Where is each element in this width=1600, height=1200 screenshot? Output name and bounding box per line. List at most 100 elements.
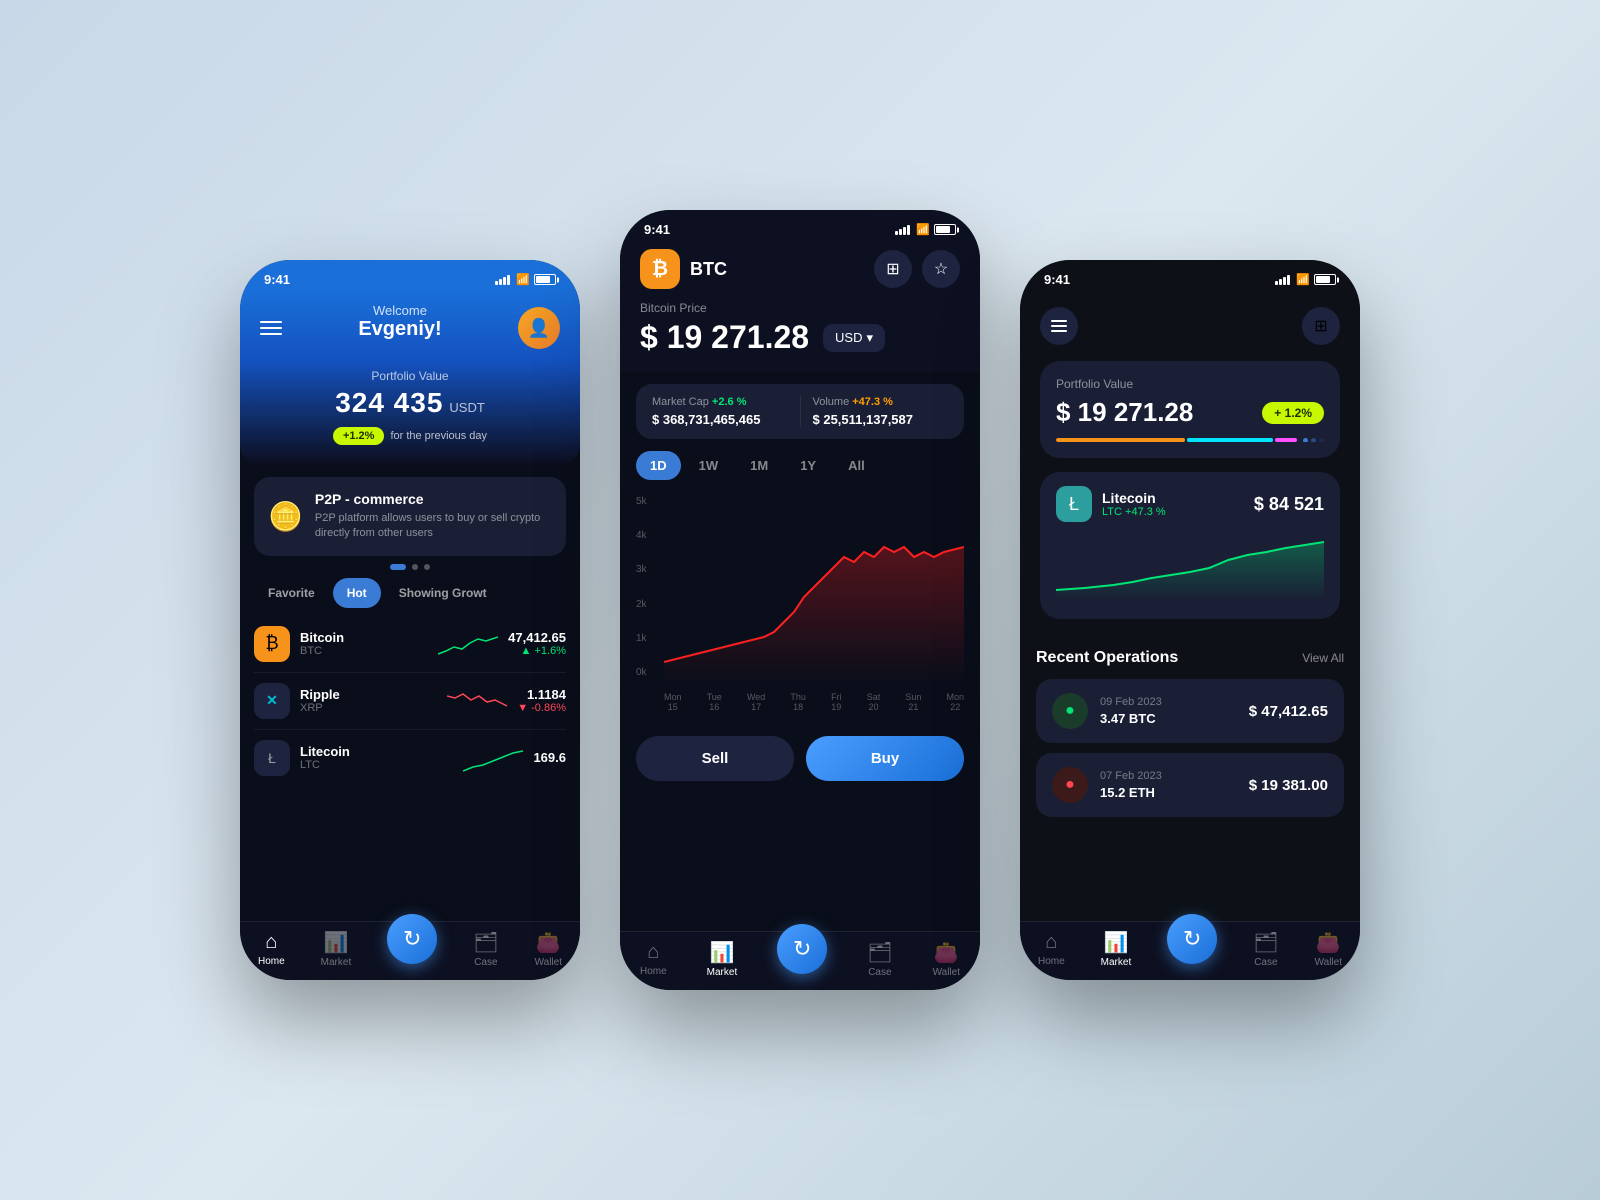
op-date-eth: 07 Feb 2023 xyxy=(1100,770,1237,782)
btc-chart xyxy=(438,629,498,659)
welcome-label: Welcome xyxy=(358,303,441,318)
chart-svg-container xyxy=(664,492,964,682)
y-label-2k: 2k xyxy=(636,599,647,610)
qr-button-right[interactable]: ⊞ xyxy=(1302,307,1340,345)
ltc-info: Litecoin LTC xyxy=(300,744,453,771)
qr-button-center[interactable]: ⊞ xyxy=(874,250,912,288)
nav-case[interactable]: 🗂 Case xyxy=(473,930,498,968)
market-stats: Market Cap +2.6 % $ 368,731,465,465 Volu… xyxy=(636,384,964,439)
xrp-price: 1.1184 xyxy=(517,687,566,702)
nav-home-right[interactable]: ⌂ Home xyxy=(1038,931,1065,967)
status-bar-right: 9:41 📶 xyxy=(1020,260,1360,291)
tf-1y[interactable]: 1Y xyxy=(786,451,830,480)
op-info-btc: 09 Feb 2023 3.47 BTC xyxy=(1100,696,1237,726)
case-label-right: Case xyxy=(1254,957,1277,968)
star-button-center[interactable]: ☆ xyxy=(922,250,960,288)
battery-icon-center xyxy=(934,224,956,235)
wallet-label-right: Wallet xyxy=(1315,957,1342,968)
op-info-eth: 07 Feb 2023 15.2 ETH xyxy=(1100,770,1237,800)
ltc-symbol-left: LTC xyxy=(300,759,453,771)
bottom-nav-right: ⌂ Home 📊 Market ↻ 🗂 Case 👛 Wallet xyxy=(1020,921,1360,980)
x-sun21: Sun21 xyxy=(905,692,921,712)
portfolio-value: 324 435 xyxy=(335,387,443,419)
tf-1w[interactable]: 1W xyxy=(685,451,733,480)
p2p-content: P2P - commerce P2P platform allows users… xyxy=(315,491,552,542)
timeframe-selector: 1D 1W 1M 1Y All xyxy=(620,451,980,480)
chevron-down-icon: ▾ xyxy=(867,330,874,346)
op-icon-btc: ● xyxy=(1052,693,1088,729)
tab-favorite[interactable]: Favorite xyxy=(254,578,329,608)
nav-home[interactable]: ⌂ Home xyxy=(258,931,285,967)
tf-all[interactable]: All xyxy=(834,451,879,480)
bottom-nav-left: ⌂ Home 📊 Market ↻ 🗂 Case 👛 Wallet xyxy=(240,921,580,980)
nav-refresh-center[interactable]: ↻ xyxy=(777,924,827,974)
menu-button-right[interactable] xyxy=(1040,307,1078,345)
coin-item-btc[interactable]: ₿ Bitcoin BTC 47,412.65 ▲ +1.6% xyxy=(254,616,566,673)
sell-button[interactable]: Sell xyxy=(636,736,794,781)
y-label-3k: 3k xyxy=(636,564,647,575)
nav-wallet[interactable]: 👛 Wallet xyxy=(535,930,562,968)
market-label-right: Market xyxy=(1101,957,1132,968)
y-label-5k: 5k xyxy=(636,496,647,507)
nav-home-center[interactable]: ⌂ Home xyxy=(640,941,667,977)
volume-block: Volume +47.3 % $ 25,511,137,587 xyxy=(801,396,949,427)
home-label-center: Home xyxy=(640,966,667,977)
btc-change: ▲ +1.6% xyxy=(508,645,566,657)
xrp-price-section: 1.1184 ▼ -0.86% xyxy=(517,687,566,714)
percent-badge: +1.2% xyxy=(333,427,385,445)
p2p-card[interactable]: 🪙 P2P - commerce P2P platform allows use… xyxy=(254,477,566,556)
op-icon-eth: ● xyxy=(1052,767,1088,803)
case-icon-right: 🗂 xyxy=(1253,930,1278,955)
status-time-right: 9:41 xyxy=(1044,272,1070,287)
dot-1 xyxy=(390,564,406,570)
btc-title-row: ₿ BTC ⊞ ☆ xyxy=(640,249,960,289)
nav-case-right[interactable]: 🗂 Case xyxy=(1253,930,1278,968)
btc-price: 47,412.65 xyxy=(508,630,566,645)
volume-label: Volume +47.3 % xyxy=(813,396,949,408)
bar-pink xyxy=(1275,438,1297,442)
operation-eth[interactable]: ● 07 Feb 2023 15.2 ETH $ 19 381.00 xyxy=(1036,753,1344,817)
status-bar-center: 9:41 📶 xyxy=(620,210,980,241)
market-icon: 📊 xyxy=(323,930,348,955)
status-time-center: 9:41 xyxy=(644,222,670,237)
wifi-icon: 📶 xyxy=(516,273,530,286)
op-date-btc: 09 Feb 2023 xyxy=(1100,696,1237,708)
price-chart: 5k 4k 3k 2k 1k 0k Mon15 Tue16 Wed1 xyxy=(636,492,964,712)
btc-coin-info: ₿ BTC xyxy=(640,249,727,289)
op-value-btc: $ 47,412.65 xyxy=(1249,703,1328,720)
buy-button[interactable]: Buy xyxy=(806,736,964,781)
avatar: 👤 xyxy=(518,307,560,349)
nav-refresh-right[interactable]: ↻ xyxy=(1167,914,1217,964)
tf-1d[interactable]: 1D xyxy=(636,451,681,480)
nav-refresh-button[interactable]: ↻ xyxy=(387,914,437,964)
nav-wallet-right[interactable]: 👛 Wallet xyxy=(1315,930,1342,968)
nav-wallet-center[interactable]: 👛 Wallet xyxy=(933,940,960,978)
btc-price-row: $ 19 271.28 USD ▾ xyxy=(640,319,960,356)
operation-btc[interactable]: ● 09 Feb 2023 3.47 BTC $ 47,412.65 xyxy=(1036,679,1344,743)
username: Evgeniy! xyxy=(358,318,441,341)
nav-row: Welcome Evgeniy! 👤 xyxy=(260,291,560,369)
view-all-button[interactable]: View All xyxy=(1302,651,1344,665)
ltc-price-section: 169.6 xyxy=(533,750,566,765)
currency-selector[interactable]: USD ▾ xyxy=(823,324,885,352)
nav-market-right[interactable]: 📊 Market xyxy=(1101,930,1132,968)
p2p-title: P2P - commerce xyxy=(315,491,552,507)
tab-hot[interactable]: Hot xyxy=(333,578,381,608)
nav-market[interactable]: 📊 Market xyxy=(321,930,352,968)
tf-1m[interactable]: 1M xyxy=(736,451,782,480)
recent-operations: Recent Operations View All ● 09 Feb 2023… xyxy=(1020,649,1360,907)
btc-name-center: BTC xyxy=(690,259,727,280)
nav-case-center[interactable]: 🗂 Case xyxy=(867,940,892,978)
coin-item-xrp[interactable]: ✕ Ripple XRP 1.1184 ▼ -0.86% xyxy=(254,673,566,730)
tab-showing-growth[interactable]: Showing Growt xyxy=(385,578,501,608)
header-section: Welcome Evgeniy! 👤 Portfolio Value 324 4… xyxy=(240,291,580,465)
dot-2 xyxy=(412,564,418,570)
coin-item-ltc[interactable]: Ł Litecoin LTC 169.6 xyxy=(254,730,566,786)
nav-market-center[interactable]: 📊 Market xyxy=(707,940,738,978)
market-icon-center: 📊 xyxy=(709,940,734,965)
x-tue16: Tue16 xyxy=(707,692,722,712)
menu-icon[interactable] xyxy=(260,321,282,335)
market-cap-change: +2.6 % xyxy=(712,396,747,408)
litecoin-card[interactable]: Ł Litecoin LTC +47.3 % $ 84 521 xyxy=(1040,472,1340,619)
case-icon-center: 🗂 xyxy=(867,940,892,965)
